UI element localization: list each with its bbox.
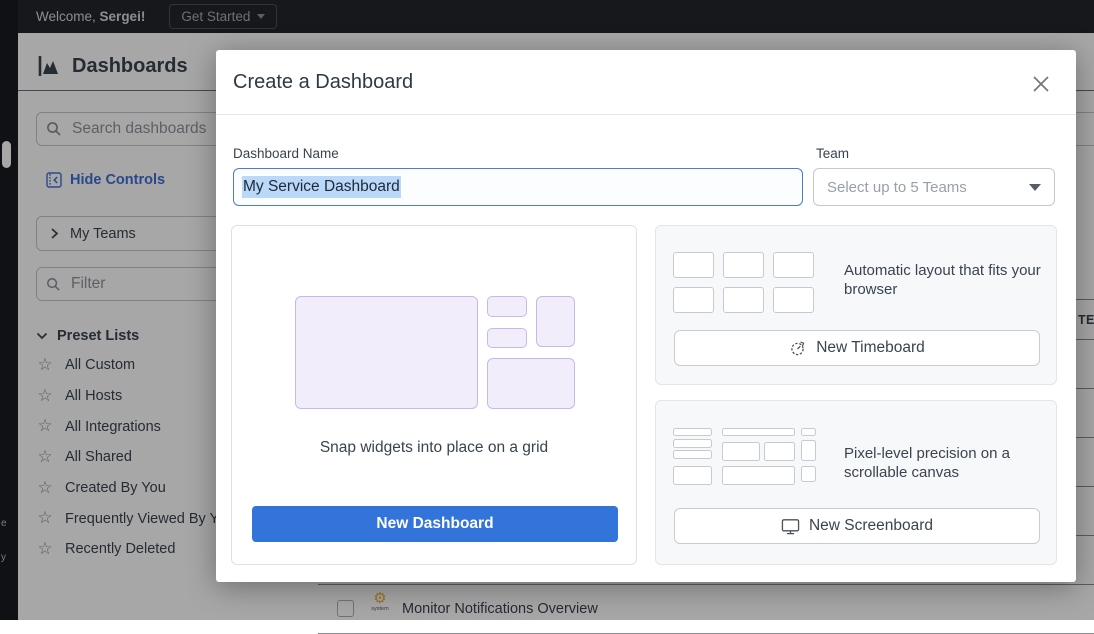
layout-box	[722, 466, 795, 485]
modal-header: Create a Dashboard	[216, 50, 1076, 115]
grid-dashboard-card: Snap widgets into place on a grid New Da…	[231, 225, 637, 565]
layout-box	[673, 252, 714, 278]
layout-box	[673, 428, 712, 436]
layout-box	[801, 428, 816, 436]
team-label: Team	[816, 146, 849, 161]
close-icon	[1030, 73, 1052, 95]
layout-box	[673, 466, 712, 485]
widget-box	[487, 358, 575, 409]
layout-box	[764, 442, 795, 461]
layout-box	[801, 440, 816, 461]
timeboard-card: Automatic layout that fits your browser …	[655, 225, 1057, 385]
layout-box	[673, 450, 712, 459]
dashboard-name-input[interactable]: My Service Dashboard	[233, 168, 803, 206]
new-timeboard-label: New Timeboard	[816, 339, 925, 357]
create-dashboard-modal: Create a Dashboard Dashboard Name My Ser…	[216, 50, 1076, 582]
new-dashboard-button[interactable]: New Dashboard	[252, 506, 618, 542]
new-screenboard-label: New Screenboard	[809, 517, 933, 535]
widget-box	[487, 296, 527, 317]
layout-box	[722, 442, 760, 461]
layout-box	[801, 466, 816, 482]
team-select-placeholder: Select up to 5 Teams	[827, 179, 967, 196]
new-timeboard-button[interactable]: New Timeboard	[674, 330, 1040, 366]
widget-box	[536, 296, 575, 347]
monitor-icon	[781, 517, 800, 536]
close-button[interactable]	[1030, 73, 1052, 95]
selected-text: My Service Dashboard	[242, 176, 401, 198]
widget-box	[295, 296, 478, 409]
layout-box	[773, 287, 814, 313]
dropdown-caret-icon	[1029, 184, 1041, 191]
timer-icon	[789, 339, 807, 357]
auto-layout-illustration	[673, 252, 814, 313]
widget-box	[487, 328, 527, 348]
screenboard-card: Pixel-level precision on a scrollable ca…	[655, 400, 1057, 565]
team-select[interactable]: Select up to 5 Teams	[813, 168, 1055, 206]
dashboard-name-label: Dashboard Name	[233, 146, 339, 161]
free-layout-illustration	[673, 426, 818, 486]
layout-box	[673, 439, 712, 448]
layout-box	[722, 428, 795, 436]
layout-box	[773, 252, 814, 278]
grid-card-caption: Snap widgets into place on a grid	[232, 439, 636, 457]
layout-box	[723, 252, 764, 278]
grid-layout-illustration	[295, 296, 576, 460]
screenboard-caption: Pixel-level precision on a scrollable ca…	[844, 444, 1036, 482]
layout-box	[723, 287, 764, 313]
new-screenboard-button[interactable]: New Screenboard	[674, 508, 1040, 544]
layout-box	[673, 287, 714, 313]
timeboard-caption: Automatic layout that fits your browser	[844, 261, 1062, 299]
modal-title: Create a Dashboard	[233, 71, 413, 94]
